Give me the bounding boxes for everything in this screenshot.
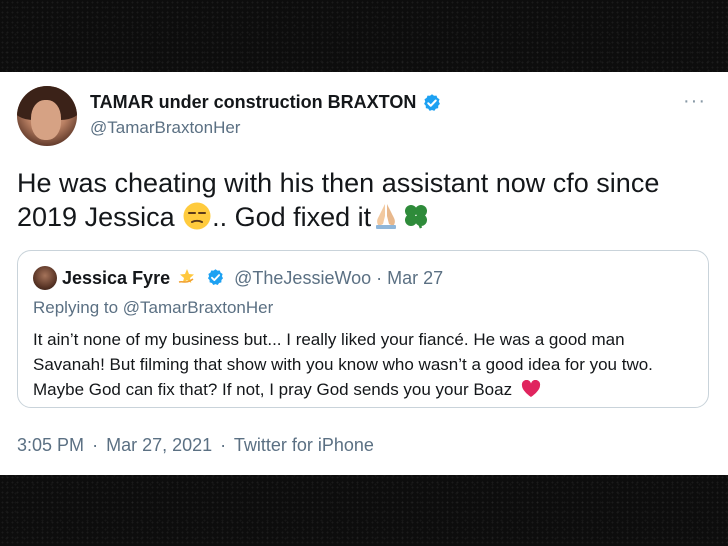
footer-separator-1: · — [92, 435, 99, 455]
tweet-text: He was cheating with his then assistant … — [17, 166, 707, 234]
red-heart-icon — [521, 379, 540, 397]
replying-to: Replying to @TamarBraxtonHer — [33, 298, 273, 318]
verified-icon — [208, 269, 224, 285]
quoted-tweet[interactable]: Jessica Fyre @TheJessieWoo · Mar 27 Repl… — [17, 250, 709, 408]
unamused-face-icon — [183, 202, 211, 230]
tweet-card: TAMAR under construction BRAXTON @TamarB… — [0, 72, 728, 475]
tweet-date[interactable]: Mar 27, 2021 — [106, 435, 212, 455]
author-avatar[interactable] — [17, 86, 77, 146]
avatar-face — [31, 100, 61, 140]
quoted-text-body: It ain’t none of my business but... I re… — [33, 330, 653, 399]
author-name[interactable]: TAMAR under construction BRAXTON — [90, 92, 416, 113]
quoted-author-avatar[interactable] — [33, 266, 57, 290]
dizzy-star-icon — [178, 269, 195, 283]
tweet-source[interactable]: Twitter for iPhone — [234, 435, 374, 455]
author-handle[interactable]: @TamarBraxtonHer — [90, 118, 240, 138]
quoted-author-name[interactable]: Jessica Fyre — [62, 268, 170, 288]
more-icon[interactable]: ··· — [683, 90, 706, 113]
tweet-time[interactable]: 3:05 PM — [17, 435, 84, 455]
footer-separator-2: · — [220, 435, 227, 455]
author-name-row[interactable]: TAMAR under construction BRAXTON — [90, 92, 442, 113]
replying-prefix: Replying to — [33, 298, 123, 317]
tweet-text-line1: He was cheating with his then assistant … — [17, 168, 660, 198]
tweet-text-line2a: 2019 Jessica — [17, 202, 183, 232]
tweet-footer: 3:05 PM · Mar 27, 2021 · Twitter for iPh… — [17, 435, 374, 456]
quoted-separator: · — [376, 268, 383, 288]
quoted-header: Jessica Fyre @TheJessieWoo · Mar 27 — [62, 267, 443, 289]
tweet-text-line2b: .. God fixed it — [212, 202, 372, 232]
praying-hands-icon — [376, 204, 397, 229]
replying-to-handle[interactable]: @TamarBraxtonHer — [123, 298, 273, 317]
four-leaf-clover-icon — [405, 205, 428, 229]
quoted-date[interactable]: Mar 27 — [387, 268, 443, 288]
quoted-author-handle[interactable]: @TheJessieWoo — [234, 268, 371, 288]
quoted-text: It ain’t none of my business but... I re… — [33, 327, 693, 402]
verified-icon — [424, 93, 441, 111]
